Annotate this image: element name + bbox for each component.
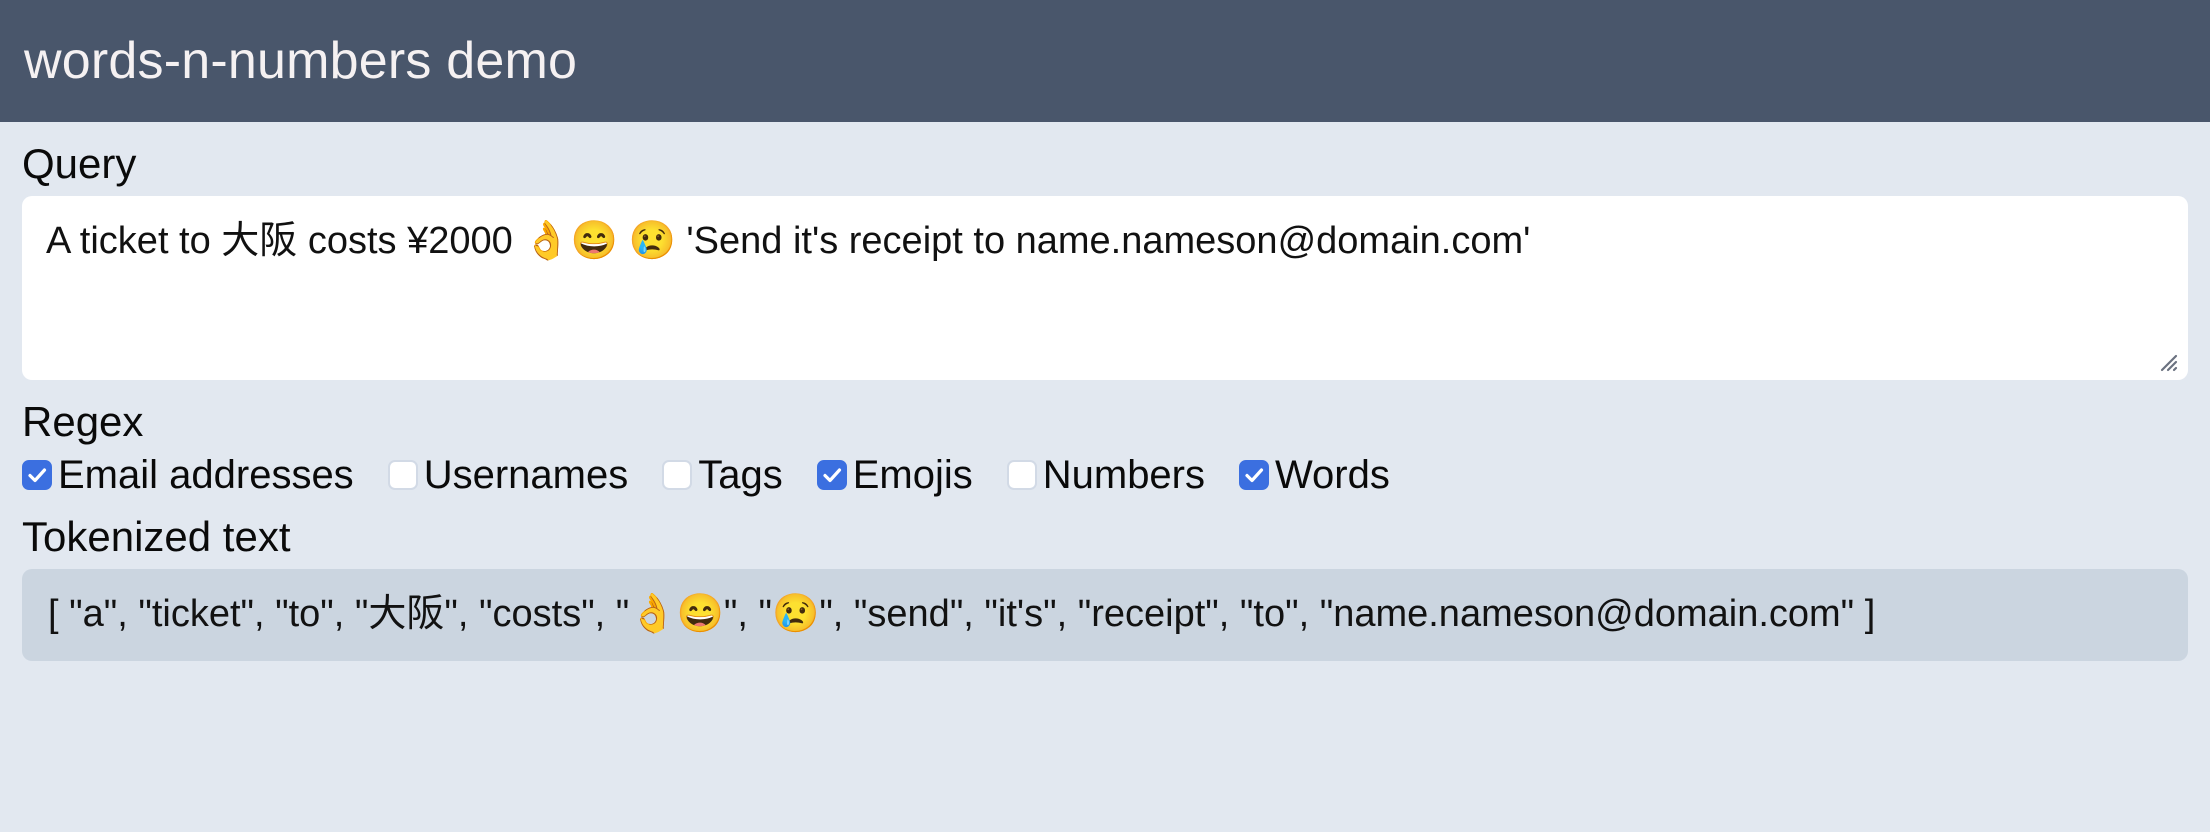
regex-option-label: Numbers <box>1042 452 1205 497</box>
checkbox-email-addresses[interactable] <box>22 459 52 490</box>
regex-option-label: Words <box>1275 452 1390 497</box>
regex-option-label: Email addresses <box>58 452 354 497</box>
tokenized-text-output: [ "a", "ticket", "to", "大阪", "costs", "👌… <box>22 568 2188 661</box>
checkbox-words[interactable] <box>1239 459 1269 490</box>
regex-option-email-addresses[interactable]: Email addresses <box>22 455 354 495</box>
regex-option-emojis[interactable]: Emojis <box>816 452 973 497</box>
main-content: Query Regex Email addresses <box>0 140 2210 661</box>
query-input[interactable] <box>22 196 2188 381</box>
regex-option-label: Usernames <box>423 452 629 497</box>
checkbox-numbers[interactable] <box>1006 459 1037 490</box>
regex-label: Regex <box>22 398 144 446</box>
regex-options-row: Email addresses Usernames Tags Emojis Nu… <box>22 455 2188 495</box>
query-field-wrapper <box>22 196 2188 381</box>
resize-handle-icon[interactable] <box>2152 346 2178 372</box>
query-label: Query <box>22 140 137 187</box>
regex-option-usernames[interactable]: Usernames <box>387 452 629 497</box>
checkbox-tags[interactable] <box>662 459 693 490</box>
checkbox-emojis[interactable] <box>816 459 847 490</box>
page-title: words-n-numbers demo <box>24 32 578 90</box>
app-header: words-n-numbers demo <box>0 0 2210 122</box>
regex-option-numbers[interactable]: Numbers <box>1006 452 1205 497</box>
regex-option-label: Tags <box>698 452 783 497</box>
checkbox-usernames[interactable] <box>387 459 418 490</box>
regex-option-label: Emojis <box>852 452 973 497</box>
regex-option-words[interactable]: Words <box>1239 455 1390 495</box>
tokenized-text-label: Tokenized text <box>22 512 291 560</box>
regex-option-tags[interactable]: Tags <box>662 455 783 495</box>
